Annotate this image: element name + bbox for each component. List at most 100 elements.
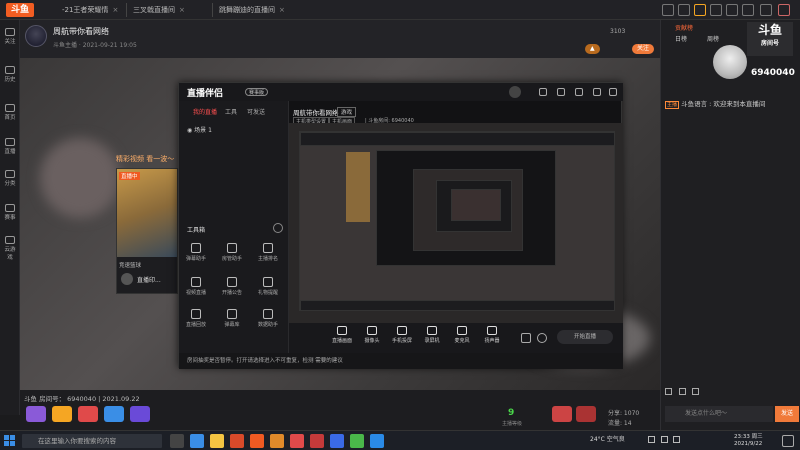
edge-icon[interactable] xyxy=(190,434,204,448)
taskview-icon[interactable] xyxy=(170,434,184,448)
tab-3[interactable]: 跳舞蹦迪的直播间 × xyxy=(212,3,291,17)
gift-5[interactable] xyxy=(130,406,150,422)
tab-1[interactable]: -21王者荣耀情 × xyxy=(56,3,124,17)
tool-danmaku-lib[interactable]: 弹幕库 xyxy=(219,309,245,328)
network-icon[interactable] xyxy=(648,436,655,443)
minimize-icon[interactable] xyxy=(742,4,754,16)
layout-icon[interactable] xyxy=(521,333,531,343)
more-icon[interactable] xyxy=(273,223,283,233)
ctrl-label: 扬声器 xyxy=(484,338,500,344)
ime-icon[interactable] xyxy=(673,436,681,443)
douyu-logo[interactable]: 斗鱼 xyxy=(6,3,34,17)
ctrl-camera[interactable]: 摄像头 xyxy=(359,326,385,344)
gift-3[interactable] xyxy=(78,406,98,422)
close-icon[interactable]: × xyxy=(179,6,185,14)
companion-avatar[interactable] xyxy=(509,86,521,98)
ctrl-record[interactable]: 录屏机 xyxy=(419,326,445,344)
crown-icon[interactable] xyxy=(694,4,706,16)
message-icon[interactable] xyxy=(726,4,738,16)
app-icon[interactable] xyxy=(310,434,324,448)
start-live-button[interactable]: 开始直播 xyxy=(557,330,613,344)
mic-icon xyxy=(457,326,467,335)
send-button[interactable]: 发送 xyxy=(775,406,799,422)
app-icon[interactable] xyxy=(230,434,244,448)
room-tag[interactable]: 游戏 xyxy=(337,107,357,117)
douyu-app-icon[interactable] xyxy=(250,434,264,448)
gift-1[interactable] xyxy=(26,406,46,422)
gift-4[interactable] xyxy=(104,406,124,422)
tool-data[interactable]: 数据助手 xyxy=(255,309,281,328)
nav-category[interactable]: 分类 xyxy=(2,170,18,187)
nav-events[interactable]: 赛事 xyxy=(2,204,18,221)
tool-gift[interactable]: 礼物提醒 xyxy=(255,277,281,296)
ctrl-label: 麦克风 xyxy=(454,338,470,344)
close-icon[interactable]: × xyxy=(279,6,285,14)
companion-app-icon[interactable] xyxy=(270,434,284,448)
gift-2[interactable] xyxy=(52,406,72,422)
plane-gift[interactable] xyxy=(576,406,596,422)
host-avatar[interactable] xyxy=(713,45,747,79)
ctrl-label: 手机投屏 xyxy=(391,338,412,344)
user-icon[interactable] xyxy=(678,4,690,16)
shield-icon[interactable] xyxy=(692,388,700,395)
nav-follow[interactable]: 关注 xyxy=(2,28,18,45)
tab-my-live[interactable]: 我的直播 xyxy=(193,107,217,116)
clock-time[interactable]: 23:33 周三 xyxy=(734,432,763,440)
ctrl-mic[interactable]: 麦克风 xyxy=(449,326,475,344)
tab-contrib[interactable]: 贡献榜 xyxy=(675,23,693,32)
history-icon[interactable] xyxy=(662,4,674,16)
nav-history[interactable]: 历史 xyxy=(2,66,18,83)
tool-replay[interactable]: 直播回放 xyxy=(183,309,209,328)
nav-home[interactable]: 首页 xyxy=(2,104,18,121)
nav-live[interactable]: 直播 xyxy=(2,138,18,155)
nested-bottom xyxy=(300,300,614,310)
tab-day[interactable]: 日榜 xyxy=(675,34,687,43)
volume-icon[interactable] xyxy=(660,436,668,443)
settings-icon[interactable] xyxy=(537,333,547,343)
promo-card[interactable]: 直播中 竞速篮球 直播印... xyxy=(116,168,178,294)
emoji-icon[interactable] xyxy=(665,388,672,395)
ctrl-speaker[interactable]: 扬声器 xyxy=(479,326,505,344)
shirt-icon[interactable] xyxy=(710,4,722,16)
taskbar-search[interactable]: 在这里输入你要搜索的内容 xyxy=(22,434,162,448)
system-tray[interactable] xyxy=(648,436,708,446)
ctrl-screen[interactable]: 直播画面 xyxy=(329,326,355,344)
windows-start-icon[interactable] xyxy=(4,435,16,447)
chat-input[interactable]: 发送点什么吧～ xyxy=(665,406,773,422)
clock-date[interactable]: 2021/9/22 xyxy=(734,441,762,447)
close-window-icon[interactable] xyxy=(778,4,790,16)
close-icon[interactable]: × xyxy=(112,6,118,14)
tool-video[interactable]: 视频直播 xyxy=(183,277,209,296)
app-icon[interactable] xyxy=(330,434,344,448)
rocket-gift[interactable] xyxy=(552,406,572,422)
tool-announce[interactable]: 开播公告 xyxy=(219,277,245,296)
streamer-avatar[interactable] xyxy=(25,25,47,47)
tool-room-admin[interactable]: 房管助手 xyxy=(219,243,245,262)
announce-icon xyxy=(227,277,237,287)
nav-cloud-game[interactable]: 云游戏 xyxy=(2,236,18,261)
tab-week[interactable]: 周榜 xyxy=(707,34,719,43)
gift-badge[interactable]: ▲ xyxy=(585,44,600,54)
scene-item[interactable]: ◉ 场景 1 xyxy=(187,125,212,134)
folder-icon[interactable] xyxy=(210,434,224,448)
minimize-icon[interactable] xyxy=(593,88,601,96)
tool-danmaku[interactable]: 弹幕助手 xyxy=(183,243,209,262)
menu-icon[interactable] xyxy=(575,88,583,96)
app-icon[interactable] xyxy=(290,434,304,448)
gift-icon[interactable] xyxy=(678,388,686,395)
shop-icon[interactable] xyxy=(539,88,547,96)
maximize-icon[interactable] xyxy=(760,4,772,16)
tab-tools[interactable]: 工具 xyxy=(225,107,237,116)
tab-send[interactable]: 可发送 xyxy=(247,107,265,116)
weather[interactable]: 24°C 空气良 xyxy=(590,434,625,443)
app-icon[interactable] xyxy=(370,434,384,448)
nested-screen-3 xyxy=(413,169,523,251)
wechat-icon[interactable] xyxy=(350,434,364,448)
tab-2[interactable]: 三叉戟直播间 × xyxy=(126,3,191,17)
tool-rank[interactable]: 主播排名 xyxy=(255,243,281,262)
notification-center-icon[interactable] xyxy=(782,435,794,447)
ctrl-mirror[interactable]: 手机投屏 xyxy=(389,326,415,344)
follow-button[interactable]: 关注 xyxy=(632,44,655,54)
notification-icon[interactable] xyxy=(557,88,565,96)
close-icon[interactable] xyxy=(609,88,617,96)
